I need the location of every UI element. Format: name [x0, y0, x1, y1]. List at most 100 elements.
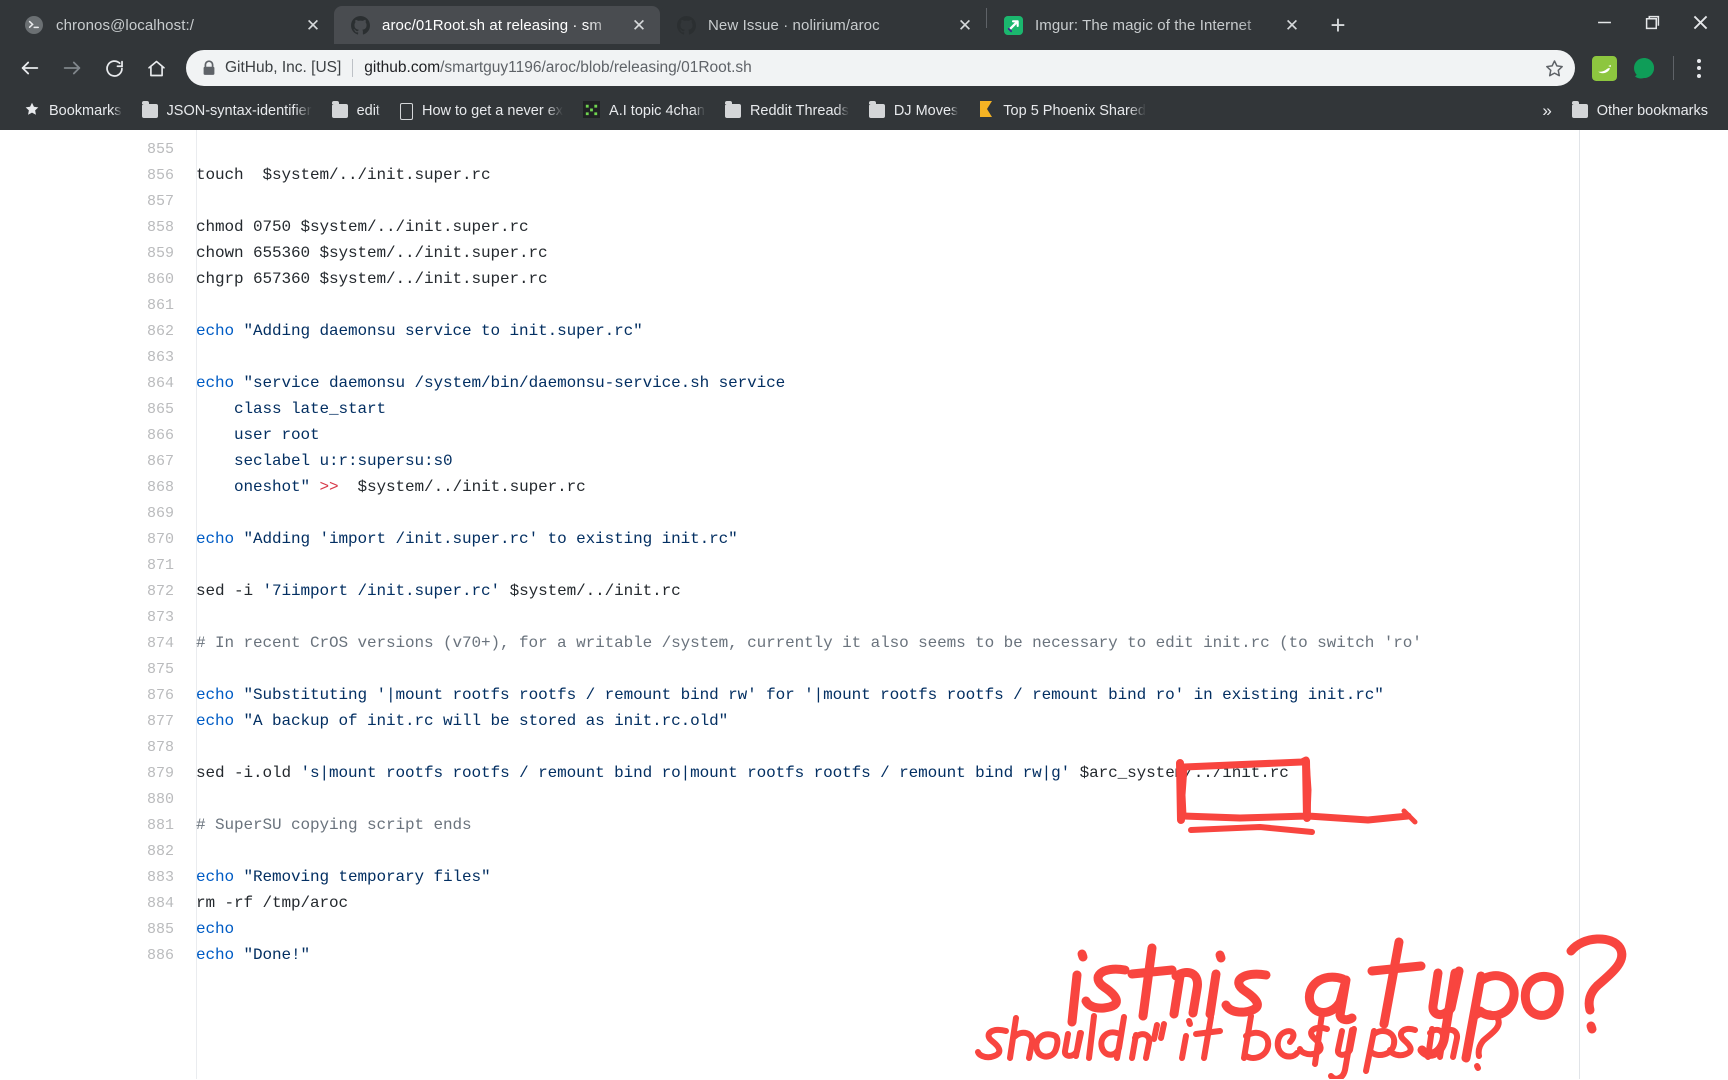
bookmark-label: Top 5 Phoenix Shared: [1003, 103, 1146, 119]
tab-close-button[interactable]: ✕: [1281, 14, 1303, 36]
line-number[interactable]: 886: [0, 947, 196, 964]
line-number[interactable]: 881: [0, 817, 196, 834]
bookmark-item-edit[interactable]: edit: [322, 99, 390, 123]
code-line: 873: [0, 604, 1728, 630]
line-number[interactable]: 862: [0, 323, 196, 340]
code-token: "Done!": [243, 946, 311, 964]
code-token: chmod 0750 $system/../init.super.rc: [196, 218, 529, 236]
code-line: 869: [0, 500, 1728, 526]
document-icon: [399, 102, 413, 120]
reload-arrow-icon[interactable]: [94, 48, 134, 88]
line-number[interactable]: 883: [0, 869, 196, 886]
line-number[interactable]: 867: [0, 453, 196, 470]
line-number[interactable]: 859: [0, 245, 196, 262]
line-number[interactable]: 885: [0, 921, 196, 938]
new-tab-button[interactable]: +: [1321, 8, 1355, 42]
window-maximize-button[interactable]: [1630, 4, 1674, 40]
line-number[interactable]: 869: [0, 505, 196, 522]
code-line-content: oneshot" >> $system/../init.super.rc: [196, 478, 586, 496]
code-line: 884 rm -rf /tmp/aroc: [0, 890, 1728, 916]
browser-chrome: chronos@localhost:/ ✕ aroc/01Root.sh at …: [0, 0, 1728, 130]
bookmark-item-bookmarks[interactable]: Bookmarks: [14, 97, 132, 125]
bookmark-item-ai-topic-4chan[interactable]: A.I topic 4chan: [573, 97, 715, 126]
folder-icon: [141, 101, 158, 118]
code-line-content: chgrp 657360 $system/../init.super.rc: [196, 270, 548, 288]
bookmark-item-dj-moves[interactable]: DJ Moves: [859, 99, 968, 123]
evernote-extension-icon[interactable]: [1590, 54, 1618, 82]
line-number[interactable]: 860: [0, 271, 196, 288]
code-token: echo: [196, 686, 244, 704]
line-number[interactable]: 882: [0, 843, 196, 860]
line-number[interactable]: 857: [0, 193, 196, 210]
bookmarks-overflow-button[interactable]: »: [1532, 97, 1561, 125]
code-line: 865 class late_start: [0, 396, 1728, 422]
line-number[interactable]: 877: [0, 713, 196, 730]
line-number[interactable]: 875: [0, 661, 196, 678]
line-number[interactable]: 861: [0, 297, 196, 314]
code-line: 876 echo "Substituting '|mount rootfs roo…: [0, 682, 1728, 708]
code-line: 878: [0, 734, 1728, 760]
code-token: # In recent CrOS versions (v70+), for a …: [196, 634, 1422, 652]
line-number[interactable]: 873: [0, 609, 196, 626]
back-arrow-icon[interactable]: [10, 48, 50, 88]
window-minimize-button[interactable]: [1582, 4, 1626, 40]
line-number[interactable]: 878: [0, 739, 196, 756]
line-number[interactable]: 874: [0, 635, 196, 652]
window-close-button[interactable]: [1678, 4, 1722, 40]
browser-tab-3[interactable]: Imgur: The magic of the Internet ✕: [987, 6, 1313, 44]
tab-close-button[interactable]: ✕: [302, 14, 324, 36]
line-number[interactable]: 865: [0, 401, 196, 418]
code-token: touch $system/../init.super.rc: [196, 166, 491, 184]
line-number[interactable]: 879: [0, 765, 196, 782]
bookmark-flag-icon: [978, 100, 994, 122]
address-bar[interactable]: GitHub, Inc. [US] github.com/smartguy119…: [186, 50, 1575, 86]
code-token: '7iimport /init.super.rc': [262, 582, 501, 600]
line-number[interactable]: 868: [0, 479, 196, 496]
line-number[interactable]: 863: [0, 349, 196, 366]
code-line-content: chown 655360 $system/../init.super.rc: [196, 244, 548, 262]
tab-close-button[interactable]: ✕: [628, 14, 650, 36]
line-number[interactable]: 876: [0, 687, 196, 704]
4chan-icon: [583, 100, 601, 122]
url-text: github.com/smartguy1196/aroc/blob/releas…: [364, 59, 751, 77]
line-number[interactable]: 858: [0, 219, 196, 236]
line-number[interactable]: 880: [0, 791, 196, 808]
star-icon[interactable]: [1539, 53, 1569, 83]
code-token: "A backup of init.rc will be stored as i…: [243, 712, 729, 730]
bookmark-item-json-syntax-identifier[interactable]: JSON-syntax-identifier: [132, 99, 322, 123]
browser-tab-0[interactable]: chronos@localhost:/ ✕: [8, 6, 334, 44]
code-token: echo: [196, 868, 244, 886]
code-viewer[interactable]: 855 856 touch $system/../init.super.rc 857 8…: [0, 130, 1728, 968]
code-token: user root: [196, 426, 320, 444]
line-number[interactable]: 871: [0, 557, 196, 574]
bookmark-item-top-5-phoenix-shared[interactable]: Top 5 Phoenix Shared: [968, 96, 1156, 126]
code-line: 871: [0, 552, 1728, 578]
folder-icon: [868, 101, 885, 118]
line-number[interactable]: 884: [0, 895, 196, 912]
line-number[interactable]: 864: [0, 375, 196, 392]
code-token: $system/../init.super.rc: [338, 478, 586, 496]
tab-title: chronos@localhost:/: [56, 16, 195, 34]
code-token: "Adding 'import /init.super.rc' to exist…: [243, 530, 738, 548]
browser-tab-2[interactable]: New Issue · nolirium/aroc ✕: [660, 6, 986, 44]
line-number[interactable]: 866: [0, 427, 196, 444]
tab-close-button[interactable]: ✕: [954, 14, 976, 36]
bookmark-item-reddit-threads[interactable]: Reddit Threads: [715, 99, 859, 123]
three-dot-menu-icon[interactable]: [1684, 51, 1714, 85]
green-dot-extension-icon[interactable]: [1630, 54, 1658, 82]
browser-tab-1[interactable]: aroc/01Root.sh at releasing · sm ✕: [334, 6, 660, 44]
forward-arrow-icon[interactable]: [52, 48, 92, 88]
code-line: 855: [0, 136, 1728, 162]
home-icon[interactable]: [136, 48, 176, 88]
imgur-icon: [1003, 15, 1023, 35]
line-number[interactable]: 870: [0, 531, 196, 548]
line-number[interactable]: 872: [0, 583, 196, 600]
line-number[interactable]: 855: [0, 141, 196, 158]
code-token: >>: [319, 478, 339, 496]
folder-icon: [1571, 101, 1588, 118]
code-line: 866 user root: [0, 422, 1728, 448]
bookmark-item-how-to-get-a-never-ex[interactable]: How to get a never ex: [390, 99, 573, 124]
line-number[interactable]: 856: [0, 167, 196, 184]
code-line-content: user root: [196, 426, 320, 444]
bookmark-item-other-bookmarks[interactable]: Other bookmarks: [1562, 99, 1718, 123]
